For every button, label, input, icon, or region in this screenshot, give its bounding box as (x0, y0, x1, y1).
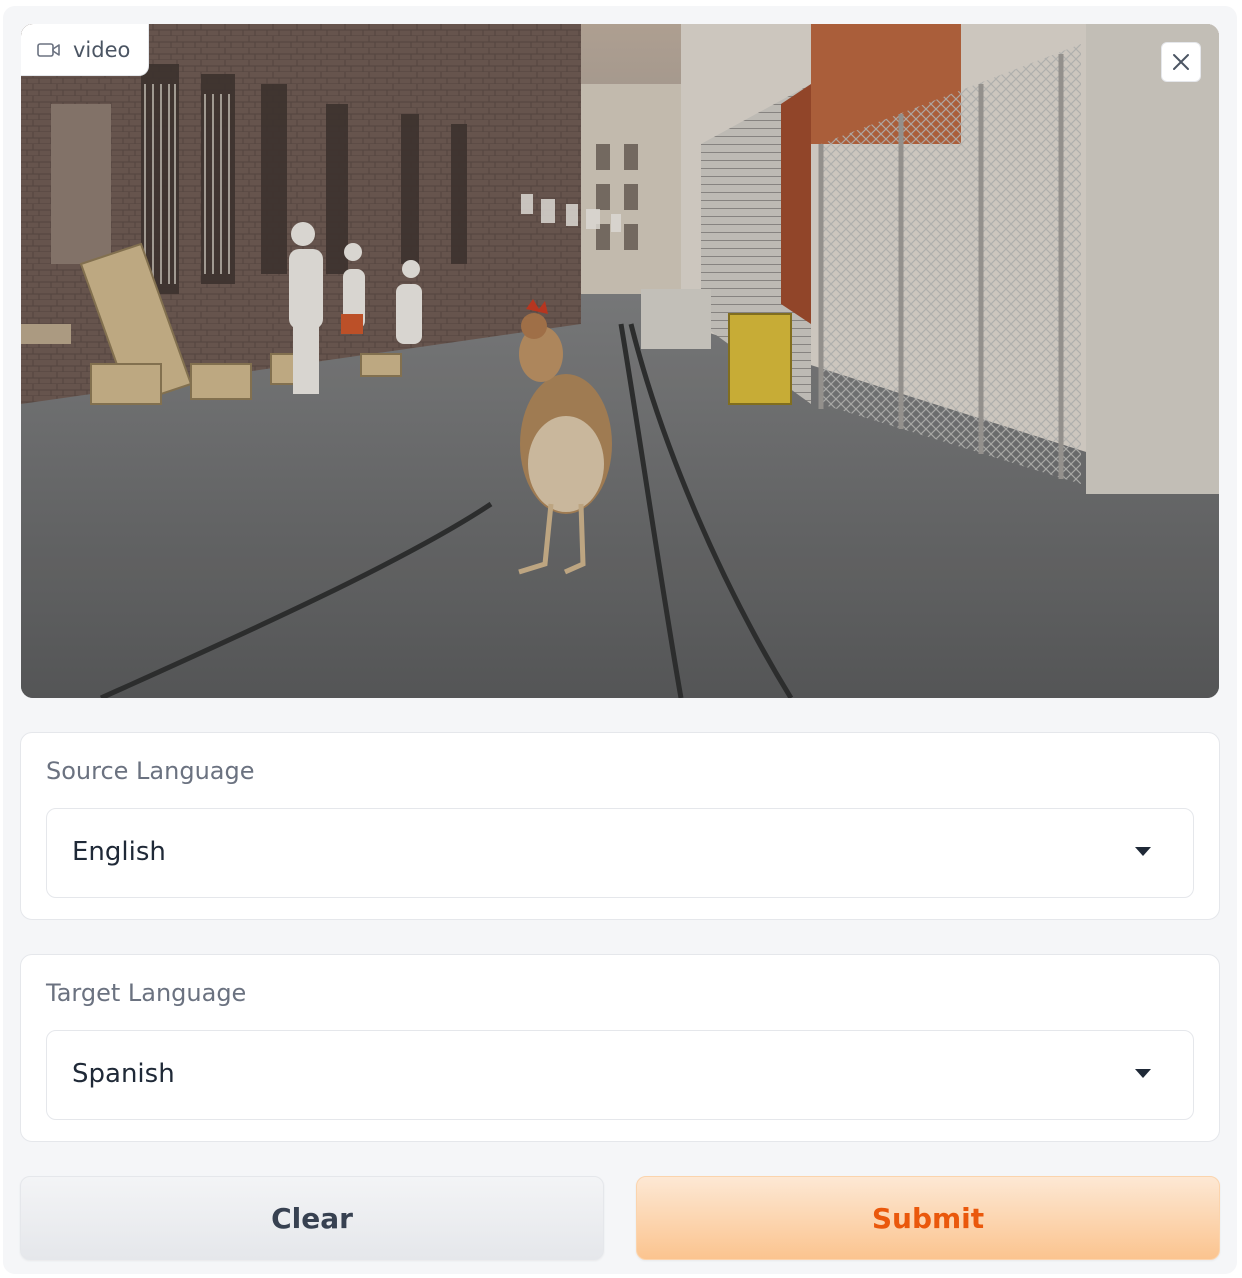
chevron-down-icon (1135, 1069, 1151, 1078)
target-language-panel: Target Language Spanish (20, 954, 1220, 1142)
clear-button[interactable]: Clear (20, 1176, 604, 1260)
video-camera-icon (37, 42, 61, 58)
clear-video-button[interactable] (1161, 42, 1201, 82)
app-container: video Source Language English Target Lan… (3, 6, 1237, 1274)
video-player[interactable]: video (21, 24, 1219, 698)
source-language-panel: Source Language English (20, 732, 1220, 920)
chevron-down-icon (1135, 847, 1151, 856)
video-frame[interactable] (21, 24, 1219, 698)
video-label-text: video (73, 37, 131, 62)
source-language-label: Source Language (46, 757, 255, 785)
source-language-value: English (72, 837, 166, 867)
source-language-dropdown[interactable]: English (46, 808, 1194, 898)
target-language-dropdown[interactable]: Spanish (46, 1030, 1194, 1120)
video-label: video (21, 24, 150, 76)
target-language-label: Target Language (46, 979, 247, 1007)
submit-button[interactable]: Submit (636, 1176, 1220, 1260)
close-icon (1173, 54, 1189, 70)
target-language-value: Spanish (72, 1059, 175, 1089)
